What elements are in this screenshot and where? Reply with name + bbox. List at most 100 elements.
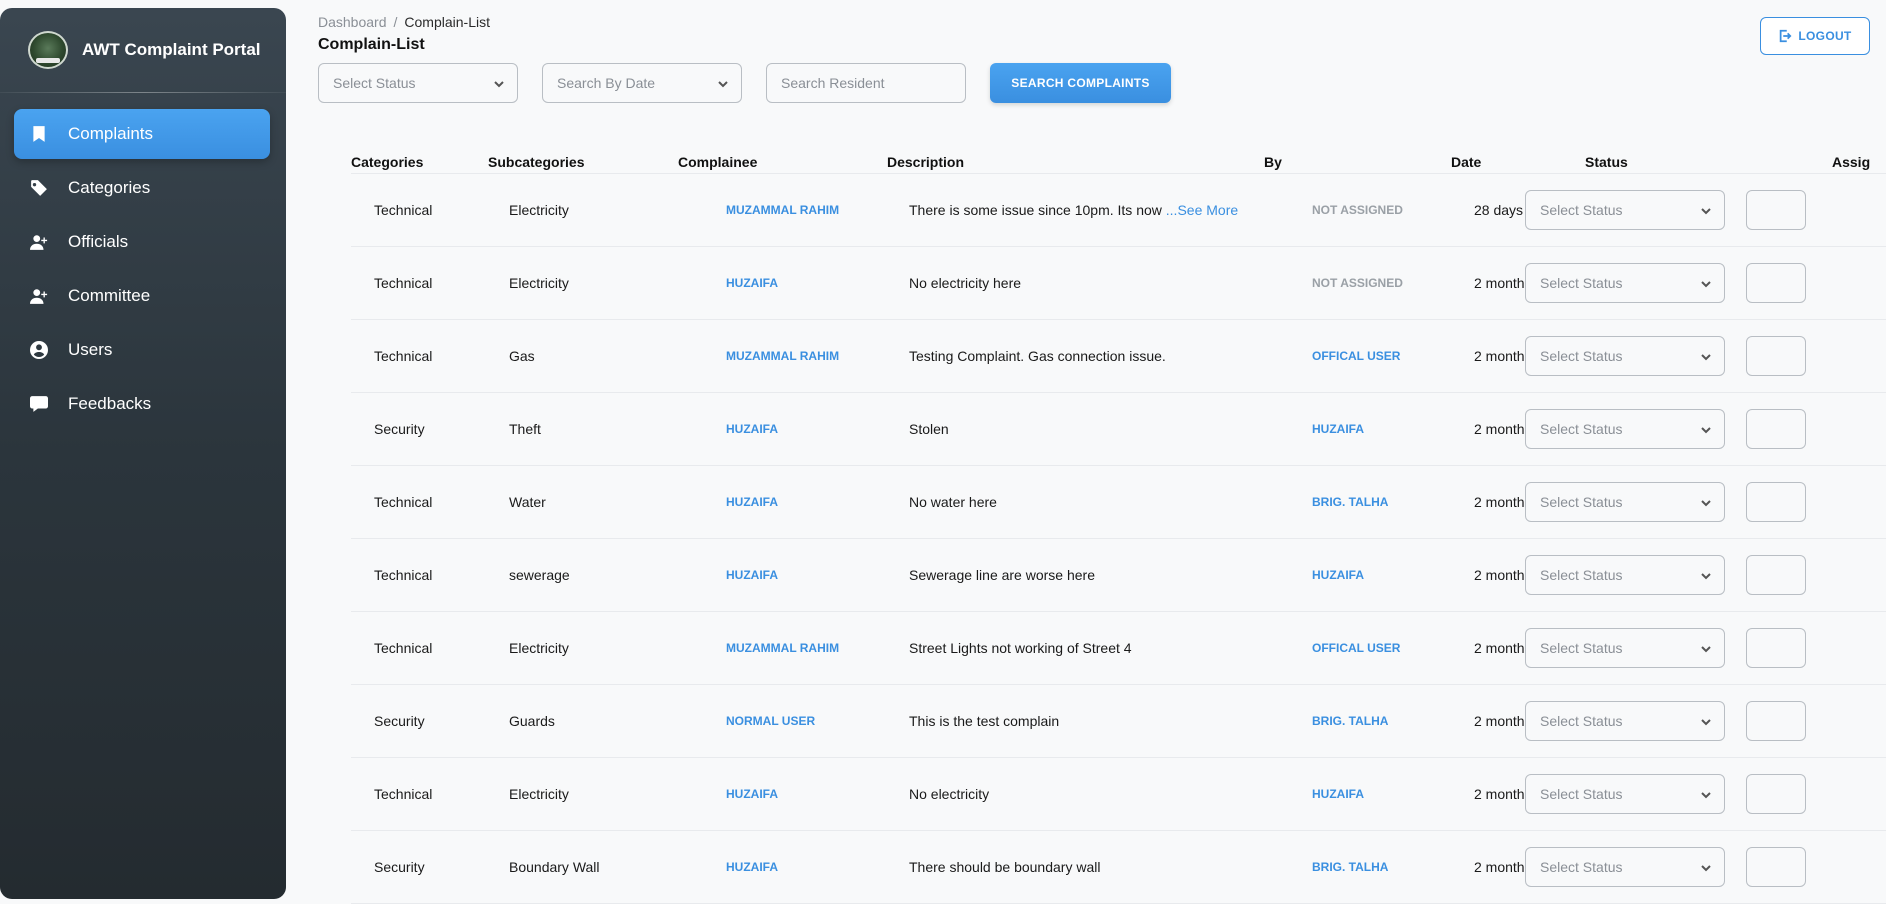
assign-control[interactable] [1746, 628, 1806, 668]
assign-control[interactable] [1746, 190, 1806, 230]
complainee-link[interactable]: HUZAIFA [726, 568, 778, 582]
sidebar-item-users[interactable]: Users [14, 325, 270, 375]
description-cell: Street Lights not working of Street 4 [909, 640, 1132, 656]
chevron-down-icon [1700, 277, 1712, 289]
assigned-by-cell[interactable]: OFFICAL USER [1312, 641, 1400, 655]
subcategory-cell: Water [509, 494, 546, 510]
description-text: No water here [909, 494, 997, 510]
status-select[interactable]: Select Status [1525, 263, 1725, 303]
chevron-down-icon [1700, 204, 1712, 216]
assigned-by-cell: NOT ASSIGNED [1312, 276, 1403, 290]
sidebar-item-label: Categories [68, 178, 151, 197]
status-select[interactable]: Select Status [1525, 482, 1725, 522]
assign-control[interactable] [1746, 774, 1806, 814]
assigned-by-cell[interactable]: BRIG. TALHA [1312, 714, 1388, 728]
brand[interactable]: AWT Complaint Portal [0, 8, 286, 92]
breadcrumb-separator: / [393, 14, 398, 30]
logout-icon [1780, 29, 1792, 43]
subcategory-cell: Electricity [509, 640, 569, 656]
subcategory-cell: Electricity [509, 275, 569, 291]
description-cell: No electricity here [909, 275, 1021, 291]
chevron-down-icon [1700, 642, 1712, 654]
column-header-description: Description [887, 154, 965, 170]
complainee-link[interactable]: HUZAIFA [726, 860, 778, 874]
assign-control[interactable] [1746, 701, 1806, 741]
status-select[interactable]: Select Status [1525, 409, 1725, 449]
assigned-by-cell[interactable]: HUZAIFA [1312, 787, 1364, 801]
see-more-link[interactable]: ...See More [1166, 202, 1238, 218]
description-text: There is some issue since 10pm. Its now [909, 202, 1166, 218]
description-cell: There is some issue since 10pm. Its now … [909, 202, 1238, 218]
table-row: Security Boundary Wall HUZAIFA There should… [351, 831, 1886, 904]
complainee-link[interactable]: MUZAMMAL RAHIM [726, 349, 839, 363]
subcategory-cell: Guards [509, 713, 555, 729]
subcategory-cell: Theft [509, 421, 541, 437]
complainee-link[interactable]: MUZAMMAL RAHIM [726, 203, 839, 217]
sidebar-item-label: Complaints [68, 124, 154, 143]
description-text: Sewerage line are worse here [909, 567, 1095, 583]
column-header-categories: Categories [351, 154, 424, 170]
sidebar-item-feedbacks[interactable]: Feedbacks [14, 379, 270, 429]
status-select[interactable]: Select Status [1525, 847, 1725, 887]
description-cell: Testing Complaint. Gas connection issue. [909, 348, 1166, 364]
assign-control[interactable] [1746, 555, 1806, 595]
table-row: Technical Electricity HUZAIFA No electricit… [351, 247, 1886, 320]
status-select[interactable]: Select Status [1525, 555, 1725, 595]
assigned-by-cell[interactable]: HUZAIFA [1312, 568, 1364, 582]
assign-control[interactable] [1746, 263, 1806, 303]
chevron-down-icon [1700, 788, 1712, 800]
chevron-down-icon [1700, 423, 1712, 435]
complainee-link[interactable]: NORMAL USER [726, 714, 815, 728]
status-select[interactable]: Select Status [1525, 336, 1725, 376]
logout-label: LOGOUT [1798, 29, 1852, 43]
assign-control[interactable] [1746, 482, 1806, 522]
complainee-link[interactable]: HUZAIFA [726, 422, 778, 436]
category-cell: Security [374, 713, 425, 729]
resident-search-placeholder: Search Resident [781, 75, 885, 91]
sidebar-item-complaints[interactable]: Complaints [14, 109, 270, 159]
category-cell: Technical [374, 348, 433, 364]
sidebar-item-label: Officials [68, 232, 129, 251]
status-select-value: Select Status [1540, 494, 1623, 510]
logout-button[interactable]: LOGOUT [1760, 17, 1870, 55]
assigned-by-cell[interactable]: OFFICAL USER [1312, 349, 1400, 363]
complainee-link[interactable]: MUZAMMAL RAHIM [726, 641, 839, 655]
date-filter-select[interactable]: Search By Date [542, 63, 742, 103]
status-select[interactable]: Select Status [1525, 190, 1725, 230]
sidebar-item-committee[interactable]: Committee [14, 271, 270, 321]
sidebar: AWT Complaint Portal Complaints Categori… [0, 8, 286, 899]
complainee-link[interactable]: HUZAIFA [726, 495, 778, 509]
table-row: Technical Water HUZAIFA No water here BRIG. … [351, 466, 1886, 539]
table-row: Technical Electricity MUZAMMAL RAHIM Street… [351, 612, 1886, 685]
status-select-value: Select Status [1540, 713, 1623, 729]
column-header-by: By [1264, 154, 1282, 170]
assigned-by-cell[interactable]: HUZAIFA [1312, 422, 1364, 436]
table-row: Security Guards NORMAL USER This is the tes… [351, 685, 1886, 758]
assigned-by-cell[interactable]: BRIG. TALHA [1312, 860, 1388, 874]
chevron-down-icon [493, 77, 505, 89]
assign-control[interactable] [1746, 336, 1806, 376]
status-select[interactable]: Select Status [1525, 628, 1725, 668]
category-cell: Technical [374, 494, 433, 510]
table-row: Technical Electricity HUZAIFA No electricit… [351, 758, 1886, 831]
complainee-link[interactable]: HUZAIFA [726, 787, 778, 801]
breadcrumb-root[interactable]: Dashboard [318, 14, 387, 30]
sidebar-item-officials[interactable]: Officials [14, 217, 270, 267]
resident-search-input[interactable]: Search Resident [766, 63, 966, 103]
page-title: Complain-List [318, 36, 425, 53]
column-header-subcategories: Subcategories [488, 154, 585, 170]
description-cell: No water here [909, 494, 997, 510]
complainee-link[interactable]: HUZAIFA [726, 276, 778, 290]
assigned-by-cell[interactable]: BRIG. TALHA [1312, 495, 1388, 509]
status-filter-select[interactable]: Select Status [318, 63, 518, 103]
assign-control[interactable] [1746, 847, 1806, 887]
status-select[interactable]: Select Status [1525, 701, 1725, 741]
status-select-value: Select Status [1540, 348, 1623, 364]
status-select[interactable]: Select Status [1525, 774, 1725, 814]
category-cell: Technical [374, 567, 433, 583]
search-complaints-button[interactable]: SEARCH COMPLAINTS [990, 63, 1171, 103]
chevron-down-icon [717, 77, 729, 89]
sidebar-item-categories[interactable]: Categories [14, 163, 270, 213]
column-header-status: Status [1585, 154, 1628, 170]
assign-control[interactable] [1746, 409, 1806, 449]
